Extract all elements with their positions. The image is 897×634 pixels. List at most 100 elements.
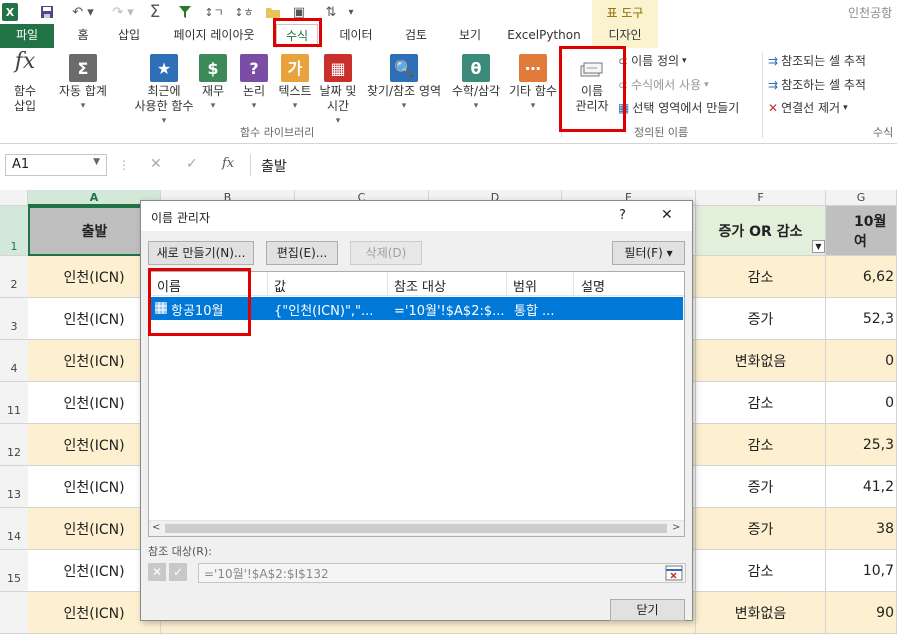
function-category-button-5[interactable]: 가 텍스트 ▾ (276, 54, 314, 114)
tab-data[interactable]: 데이터 (334, 24, 378, 48)
tab-insert[interactable]: 삽입 (110, 24, 148, 48)
undo-icon[interactable]: ↶ ▾ (68, 3, 98, 21)
sort-asc-icon[interactable]: ↕ㄱ (204, 3, 224, 21)
define-name-button[interactable]: ⊂ 이름 정의 ▾ (618, 52, 687, 70)
row-header[interactable]: 2 (0, 256, 28, 298)
close-icon[interactable]: ✕ (661, 207, 673, 223)
trace-dependents-button[interactable]: ⇉ 참조하는 셀 추적 (768, 76, 866, 94)
col-header-refers-to[interactable]: 참조 대상 (394, 276, 446, 295)
header-cell-g[interactable]: 10월여 (826, 206, 897, 256)
col-header-name[interactable]: 이름 (157, 276, 181, 295)
function-category-button-3[interactable]: $ 재무 ▾ (196, 54, 230, 114)
name-box[interactable]: A1 ▼ (5, 154, 107, 176)
scroll-right-icon[interactable]: > (672, 522, 680, 533)
edit-name-button[interactable]: 편집(E)... (266, 241, 338, 265)
cell-f[interactable]: 변화없음 (696, 592, 826, 634)
help-button[interactable]: ? (619, 208, 626, 223)
row-header[interactable]: 12 (0, 424, 28, 466)
tab-home[interactable]: 홈 (68, 24, 98, 48)
recent-icon[interactable]: ▣ (290, 3, 308, 21)
customize-qat-icon[interactable]: ▾ (344, 3, 358, 21)
open-folder-icon[interactable] (264, 3, 282, 21)
column-header-g[interactable]: G (826, 190, 897, 206)
cell-f[interactable]: 증가 (696, 508, 826, 550)
cell-g[interactable]: 38 (826, 508, 897, 550)
chevron-down-icon: ▾ (335, 116, 341, 126)
tab-file[interactable]: 파일 (0, 24, 54, 48)
delete-name-button[interactable]: 삭제(D) (350, 241, 422, 265)
filter-button[interactable]: 필터(F) ▾ (612, 241, 685, 265)
select-all-corner[interactable] (0, 190, 28, 206)
function-category-button-6[interactable]: ▦ 날짜 및 시간 ▾ (316, 54, 360, 129)
row-header[interactable]: 4 (0, 340, 28, 382)
cell-g[interactable]: 52,3 (826, 298, 897, 340)
tab-design[interactable]: 디자인 (596, 24, 654, 48)
tab-formulas[interactable]: 수식 (276, 24, 318, 48)
autosum-icon[interactable]: Σ (146, 2, 164, 22)
col-header-scope[interactable]: 범위 (513, 276, 537, 295)
cell-f[interactable]: 감소 (696, 550, 826, 592)
tab-excelpython[interactable]: ExcelPython (504, 24, 584, 48)
scrollbar-thumb[interactable] (165, 524, 667, 533)
row-header[interactable]: 14 (0, 508, 28, 550)
cell-g[interactable]: 25,3 (826, 424, 897, 466)
tab-view[interactable]: 보기 (450, 24, 490, 48)
row-header[interactable]: 1 (0, 206, 28, 256)
cell-f[interactable]: 증가 (696, 298, 826, 340)
collapse-range-icon[interactable] (665, 565, 683, 581)
refers-to-input[interactable]: ='10월'!$A$2:$I$132 (198, 563, 686, 583)
sort-icon[interactable]: ⇅ (322, 3, 340, 21)
cell-f[interactable]: 감소 (696, 256, 826, 298)
use-in-formula-button[interactable]: ⊂ 수식에서 사용 ▾ (618, 76, 709, 94)
fx-button[interactable]: fx (222, 156, 234, 171)
formula-input[interactable]: 출발 (250, 154, 897, 176)
save-icon[interactable] (38, 3, 56, 21)
cancel-icon[interactable]: ✕ (150, 156, 162, 172)
create-from-selection-button[interactable]: ▦ 선택 영역에서 만들기 (618, 99, 739, 117)
col-header-value[interactable]: 값 (274, 276, 286, 295)
tab-review[interactable]: 검토 (396, 24, 436, 48)
function-category-button-7[interactable]: 🔍 찾기/참조 영역 ▾ (362, 54, 446, 114)
cell-g[interactable]: 10,7 (826, 550, 897, 592)
cell-g[interactable]: 0 (826, 382, 897, 424)
function-category-button-8[interactable]: θ 수학/삼각 ▾ (448, 54, 504, 114)
header-cell-f[interactable]: 증가 OR 감소 (696, 206, 826, 256)
chevron-down-icon[interactable]: ▼ (93, 157, 100, 167)
cell-g[interactable]: 90 (826, 592, 897, 634)
close-button[interactable]: 닫기 (610, 599, 685, 621)
row-header[interactable]: 3 (0, 298, 28, 340)
cell-g[interactable]: 41,2 (826, 466, 897, 508)
cell-g[interactable]: 0 (826, 340, 897, 382)
filter-icon[interactable] (176, 3, 194, 21)
col-header-comment[interactable]: 설명 (581, 276, 605, 295)
cancel-edit-icon[interactable]: ✕ (148, 563, 166, 581)
row-header[interactable]: 13 (0, 466, 28, 508)
confirm-edit-icon[interactable]: ✓ (169, 563, 187, 581)
function-category-button-4[interactable]: ? 논리 ▾ (238, 54, 270, 114)
row-header[interactable]: 15 (0, 550, 28, 592)
tab-page-layout[interactable]: 페이지 레이아웃 (164, 24, 264, 48)
cell-f[interactable]: 감소 (696, 424, 826, 466)
row-header[interactable] (0, 592, 28, 634)
enter-icon[interactable]: ✓ (186, 156, 198, 172)
redo-icon[interactable]: ↷ ▾ (108, 3, 138, 21)
column-header-f[interactable]: F (696, 190, 826, 206)
function-category-button-9[interactable]: ⋯ 기타 함수 ▾ (506, 54, 560, 114)
list-row-selected[interactable]: 항공10월 {"인천(ICN)","... ='10월'!$A$2:$... 통… (150, 297, 683, 320)
row-header[interactable]: 11 (0, 382, 28, 424)
filter-dropdown-icon[interactable]: ▼ (812, 240, 825, 253)
cell-g[interactable]: 6,62 (826, 256, 897, 298)
cell-f[interactable]: 증가 (696, 466, 826, 508)
scroll-left-icon[interactable]: < (152, 522, 160, 533)
trace-precedents-button[interactable]: ⇉ 참조되는 셀 추적 (768, 52, 866, 70)
remove-arrows-button[interactable]: ✕ 연결선 제거 ▾ (768, 99, 848, 117)
insert-function-button[interactable]: fx 함수 삽입 (4, 51, 46, 114)
cell-f[interactable]: 감소 (696, 382, 826, 424)
horizontal-scrollbar[interactable]: < > (149, 520, 684, 536)
name-manager-button[interactable]: 이름 관리자 (566, 54, 618, 114)
new-name-button[interactable]: 새로 만들기(N)... (148, 241, 254, 265)
function-category-button-1[interactable]: Σ 자동 합계 ▾ (54, 54, 112, 114)
function-category-button-2[interactable]: ★ 최근에 사용한 함수 ▾ (126, 54, 202, 129)
sort-desc-icon[interactable]: ↕ㅎ (234, 3, 254, 21)
cell-f[interactable]: 변화없음 (696, 340, 826, 382)
